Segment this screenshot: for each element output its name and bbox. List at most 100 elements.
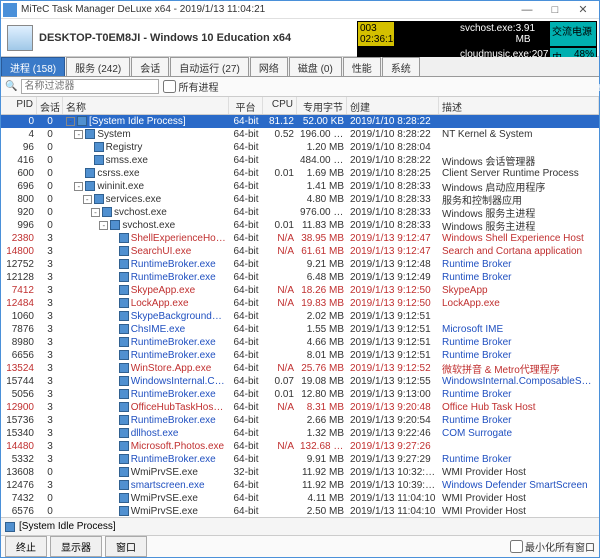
process-icon	[119, 324, 129, 334]
process-icon	[119, 389, 129, 399]
col-description[interactable]: 描述	[439, 97, 599, 114]
maximize-button[interactable]: □	[541, 2, 569, 18]
tab[interactable]: 性能	[343, 57, 381, 76]
process-row[interactable]: 00-[System Idle Process]64-bit81.1252.00…	[1, 115, 599, 128]
tab[interactable]: 服务 (242)	[66, 57, 130, 76]
filter-bar: 🔍 所有进程	[1, 77, 599, 97]
process-row[interactable]: 89803 RuntimeBroker.exe64-bit4.66 MB2019…	[1, 336, 599, 349]
expand-icon[interactable]: -	[74, 182, 83, 191]
process-icon	[119, 506, 129, 516]
process-icon	[94, 194, 104, 204]
process-row[interactable]: 74320 WmiPrvSE.exe64-bit4.11 MB2019/1/13…	[1, 492, 599, 505]
process-row[interactable]: 148003 SearchUI.exe64-bitN/A61.61 MB2019…	[1, 245, 599, 258]
close-button[interactable]: ✕	[569, 2, 597, 18]
tab[interactable]: 会话	[131, 57, 169, 76]
process-row[interactable]: 121283 RuntimeBroker.exe64-bit6.48 MB201…	[1, 271, 599, 284]
process-icon	[119, 402, 129, 412]
process-row[interactable]: 144803 Microsoft.Photos.exe64-bitN/A132.…	[1, 440, 599, 453]
process-icon	[119, 272, 129, 282]
empty-cell	[395, 21, 457, 47]
footer-bar: 终止 显示器 窗口 最小化所有窗口	[1, 535, 599, 557]
col-memory[interactable]: 专用字节	[297, 97, 347, 114]
process-icon	[85, 129, 95, 139]
all-processes-checkbox[interactable]: 所有进程	[163, 79, 218, 94]
expand-icon[interactable]: -	[66, 117, 75, 126]
app-icon	[3, 3, 17, 17]
process-row[interactable]: 74123 SkypeApp.exe64-bitN/A18.26 MB2019/…	[1, 284, 599, 297]
process-row[interactable]: 65760 WmiPrvSE.exe64-bit2.50 MB2019/1/13…	[1, 505, 599, 517]
tab[interactable]: 网络	[250, 57, 288, 76]
status-icon	[5, 522, 15, 532]
process-row[interactable]: 40 -System64-bit0.52196.00 KB2019/1/10 8…	[1, 128, 599, 141]
process-row[interactable]: 10603 SkypeBackgroundHost.exe64-bit2.02 …	[1, 310, 599, 323]
process-icon	[119, 493, 129, 503]
process-icon	[119, 441, 129, 451]
process-icon	[119, 428, 129, 438]
process-icon	[119, 467, 129, 477]
process-row[interactable]: 50563 RuntimeBroker.exe64-bit0.0112.80 M…	[1, 388, 599, 401]
process-icon	[119, 350, 129, 360]
process-icon	[119, 233, 129, 243]
tab[interactable]: 进程 (158)	[1, 57, 65, 76]
process-row[interactable]: 157443 WindowsInternal.ComposableShell.E…	[1, 375, 599, 388]
process-icon	[119, 480, 129, 490]
titlebar[interactable]: MiTeC Task Manager DeLuxe x64 - 2019/1/1…	[1, 1, 599, 19]
host-info: DESKTOP-T0EM8JI - Windows 10 Education x…	[39, 32, 291, 44]
expand-icon[interactable]: -	[91, 208, 100, 217]
monitor-button[interactable]: 显示器	[50, 536, 102, 557]
terminate-button[interactable]: 终止	[5, 536, 47, 557]
name-filter-input[interactable]	[21, 79, 159, 94]
process-row[interactable]: 135243 WinStore.App.exe64-bitN/A25.76 MB…	[1, 362, 599, 375]
tab[interactable]: 磁盘 (0)	[289, 57, 342, 76]
uptime-cell: 003 02:36:18	[357, 21, 395, 47]
process-row[interactable]: 124843 LockApp.exe64-bitN/A19.83 MB2019/…	[1, 297, 599, 310]
process-icon	[94, 142, 104, 152]
minimize-all-checkbox[interactable]: 最小化所有窗口	[510, 539, 595, 554]
window-button[interactable]: 窗口	[105, 536, 147, 557]
process-row[interactable]: 124763 smartscreen.exe64-bit11.92 MB2019…	[1, 479, 599, 492]
monitor-icon	[7, 25, 33, 51]
process-icon	[119, 337, 129, 347]
process-icon	[85, 181, 95, 191]
process-icon	[110, 220, 120, 230]
process-icon	[119, 246, 129, 256]
minimize-button[interactable]: —	[513, 2, 541, 18]
process-icon	[119, 454, 129, 464]
process-row[interactable]: 53323 RuntimeBroker.exe64-bit9.91 MB2019…	[1, 453, 599, 466]
filter-icon: 🔍	[5, 81, 17, 92]
col-pid[interactable]: PID	[1, 97, 37, 114]
process-row[interactable]: 9960 -svchost.exe64-bit0.0111.83 MB2019/…	[1, 219, 599, 232]
column-headers: PID 会话 名称 平台 CPU 专用字节 创建 描述	[1, 97, 599, 115]
tab-bar: 进程 (158)服务 (242)会话自动运行 (27)网络磁盘 (0)性能系统	[1, 57, 599, 77]
process-list[interactable]: 00-[System Idle Process]64-bit81.1252.00…	[1, 115, 599, 517]
window-title: MiTeC Task Manager DeLuxe x64 - 2019/1/1…	[21, 4, 513, 15]
info-header: DESKTOP-T0EM8JI - Windows 10 Education x…	[1, 19, 599, 57]
process-icon	[119, 415, 129, 425]
process-row[interactable]: 23803 ShellExperienceHost.exe64-bitN/A38…	[1, 232, 599, 245]
expand-icon[interactable]: -	[83, 195, 92, 204]
expand-icon[interactable]: -	[74, 130, 83, 139]
process-row[interactable]: 157363 RuntimeBroker.exe64-bit2.66 MB201…	[1, 414, 599, 427]
expand-icon[interactable]: -	[99, 221, 108, 230]
process-icon	[119, 311, 129, 321]
col-created[interactable]: 创建	[347, 97, 439, 114]
process-icon	[119, 363, 129, 373]
process-row[interactable]: 78763 ChsIME.exe64-bit1.55 MB2019/1/13 9…	[1, 323, 599, 336]
process-row[interactable]: 4160 smss.exe64-bit484.00 KB2019/1/10 8:…	[1, 154, 599, 167]
process-icon	[77, 116, 87, 126]
process-row[interactable]: 129003 OfficeHubTaskHost.exe64-bitN/A8.3…	[1, 401, 599, 414]
process-icon	[85, 168, 95, 178]
tab[interactable]: 系统	[382, 57, 420, 76]
col-session[interactable]: 会话	[37, 97, 63, 114]
process-icon	[102, 207, 112, 217]
power-cell: 交流电源	[549, 21, 597, 47]
col-name[interactable]: 名称	[63, 97, 229, 114]
process-row[interactable]: 153403 dllhost.exe64-bit1.32 MB2019/1/13…	[1, 427, 599, 440]
col-platform[interactable]: 平台	[229, 97, 263, 114]
tab[interactable]: 自动运行 (27)	[170, 57, 249, 76]
process-row[interactable]: 127523 RuntimeBroker.exe64-bit9.21 MB201…	[1, 258, 599, 271]
col-cpu[interactable]: CPU	[263, 97, 297, 114]
process-icon	[119, 285, 129, 295]
process-row[interactable]: 136080 WmiPrvSE.exe32-bit11.92 MB2019/1/…	[1, 466, 599, 479]
process-icon	[119, 259, 129, 269]
